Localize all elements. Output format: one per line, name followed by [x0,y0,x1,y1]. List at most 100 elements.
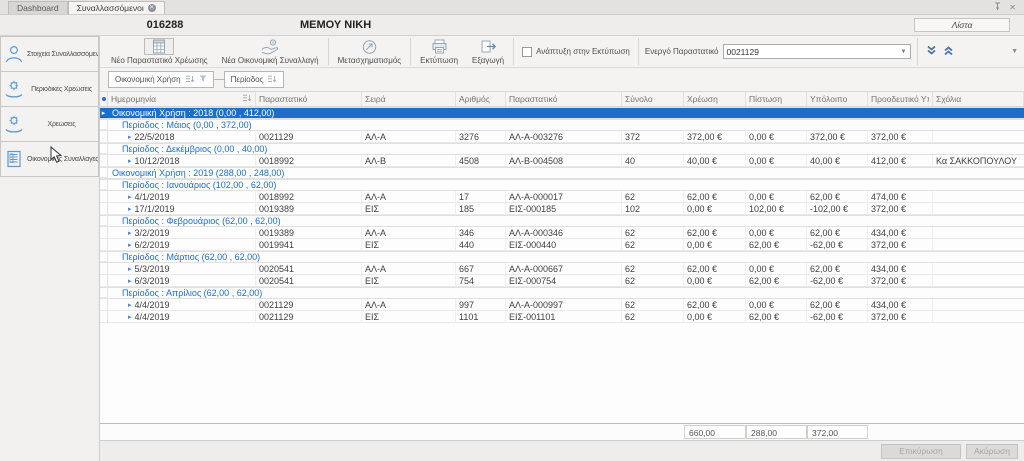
group-field-1[interactable]: Οικονομική Χρήση [108,71,214,88]
group-row[interactable]: Περίοδος : Ιανουάριος (102,00 , 62,00) [100,179,1024,191]
cell-credit: 102,00 € [746,203,807,215]
cell-date: ▸4/4/2019 [108,299,256,311]
expand-all-icon[interactable] [943,43,954,61]
new-document-icon [144,38,174,55]
table-row[interactable]: ▸3/2/20190019389ΑΛ-Α346ΑΛ-Α-0003466262,0… [100,227,1024,239]
toolbar-separator [917,38,918,65]
expand-icon[interactable]: ▸ [128,265,132,273]
cell-series: ΕΙΣ [362,203,456,215]
tab-close-icon[interactable]: ✕ [148,4,156,12]
expand-icon[interactable]: ▸ [128,301,132,309]
cell-comments [933,191,1024,203]
cancel-button[interactable]: Ακύρωση [966,444,1018,459]
table-row[interactable]: ▸10/12/20180018992ΑΛ-Β4508ΑΛ-Β-004508404… [100,155,1024,167]
row-indicator: ▸ [100,108,108,118]
expand-icon[interactable]: ▸ [128,133,132,141]
confirm-button[interactable]: Επικύρωση [881,444,961,459]
column-header-number[interactable]: Αριθμός [456,92,506,106]
row-indicator [100,311,108,323]
print-button[interactable]: Εκτύπωση [413,37,465,66]
toolbar-button-label: Εξαγωγή [472,56,504,65]
transform-button[interactable]: Μετασχηματισμός [331,37,409,66]
group-row[interactable]: Περίοδος : Μάιος (0,00 , 372,00) [100,119,1024,131]
sidebar: Στοιχεία ΣυναλλασσόμενουΠεριοδικές Χρεώσ… [0,36,100,461]
table-row[interactable]: ▸6/3/20190020541ΕΙΣ754ΕΙΣ-000754620,00 €… [100,275,1024,287]
list-button[interactable]: Λίστα [914,18,1010,32]
column-header-comments[interactable]: Σχόλια [933,92,1024,106]
cell-value: 4/4/2019 [135,300,170,310]
expand-print-checkbox-group[interactable]: Ανάπτυξη στην Εκτύπωση [516,37,636,66]
expand-icon[interactable]: ▸ [128,193,132,201]
cell-number: 754 [456,275,506,287]
table-row[interactable]: ▸22/5/20180021129ΑΛ-Α3276ΑΛ-Α-0032763723… [100,131,1024,143]
column-header-label: Σειρά [365,94,452,104]
column-header-total[interactable]: Σύνολο [622,92,684,106]
expand-icon[interactable]: ▸ [128,205,132,213]
group-row[interactable]: Περίοδος : Μάρτιος (62,00 , 62,00) [100,251,1024,263]
group-row[interactable]: ▸Οικονομική Χρήση : 2018 (0,00 , 412,00) [100,107,1024,119]
column-header-balance[interactable]: Υπόλοιπο [807,92,868,106]
cell-value: 3/2/2019 [135,228,170,238]
checkbox-icon[interactable] [522,47,532,57]
cell-debit: 62,00 € [684,227,746,239]
group-row[interactable]: Περίοδος : Δεκέμβριος (0,00 , 40,00) [100,143,1024,155]
expand-icon[interactable]: ▸ [128,241,132,249]
expand-icon[interactable]: ▸ [128,157,132,165]
table-row[interactable]: ▸4/4/20190021129ΕΙΣ1101ΕΙΣ-001101620,00 … [100,311,1024,323]
cell-comments [933,311,1024,323]
toolbar-separator [328,38,329,65]
new-charge-document-button[interactable]: Νέο Παραστατικό Χρέωσης [104,37,215,66]
chevron-down-icon[interactable]: ▼ [901,49,907,55]
export-icon [480,38,497,55]
table-row[interactable]: ▸17/1/20190019389ΕΙΣ185ΕΙΣ-0001851020,00… [100,203,1024,215]
collapse-all-icon[interactable] [926,43,937,61]
column-header-label: Αριθμός [459,94,502,104]
toolbar-separator [410,38,411,65]
cell-comments [933,131,1024,143]
column-header-credit[interactable]: Πίστωση [746,92,807,106]
column-header-debit[interactable]: Χρέωση [684,92,746,106]
expand-icon[interactable]: ▸ [128,277,132,285]
record-name: ΜΕΜΟΥ ΝΙΚΗ [300,19,371,31]
tab-synallassomenoi[interactable]: Συναλλασσόμενοι ✕ [68,1,165,14]
toolbar-overflow-icon[interactable]: ▼ [1011,37,1022,66]
column-header-date[interactable]: Ημερομηνία [108,92,256,106]
table-row[interactable]: ▸4/1/20190018992ΑΛ-Α17ΑΛ-Α-0000176262,00… [100,191,1024,203]
column-header-doc[interactable]: Παραστατικό [256,92,362,106]
filter-icon[interactable] [199,75,207,84]
expand-icon[interactable]: ▸ [128,313,132,321]
close-icon[interactable]: ✕ [1009,3,1016,12]
cell-value: 6/3/2019 [135,276,170,286]
export-button[interactable]: Εξαγωγή [465,37,511,66]
table-row[interactable]: ▸4/4/20190021129ΑΛ-Α997ΑΛ-Α-0009976262,0… [100,299,1024,311]
group-row[interactable]: Περίοδος : Απρίλιος (62,00 , 62,00) [100,287,1024,299]
summary-credit-total: 288,00 [746,425,807,439]
cell-date: ▸22/5/2018 [108,131,256,143]
cell-value: 6/2/2019 [135,240,170,250]
tab-dashboard[interactable]: Dashboard [8,1,68,14]
sidebar-item-financial-transactions[interactable]: Οικονομικές Συναλλαγές [0,141,99,177]
group-row[interactable]: Περίοδος : Φεβρουάριος (62,00 , 62,00) [100,215,1024,227]
cell-total: 62 [622,239,684,251]
column-header-series[interactable]: Σειρά [362,92,456,106]
tab-label: Συναλλασσόμενοι [77,3,144,13]
column-header-progressive[interactable]: Προοδευτικό Υπόλοιπο [868,92,933,106]
group-row[interactable]: Οικονομική Χρήση : 2019 (288,00 , 248,00… [100,167,1024,179]
cell-number: 997 [456,299,506,311]
table-row[interactable]: ▸5/3/20190020541ΑΛ-Α667ΑΛ-Α-0006676262,0… [100,263,1024,275]
tab-label: Dashboard [17,3,59,13]
new-financial-transaction-button[interactable]: Νέα Οικονομική Συναλλαγή [215,37,326,66]
toolbar-button-label: Εκτύπωση [420,56,458,65]
expand-icon[interactable]: ▸ [128,229,132,237]
group-field-2[interactable]: Περίοδος [224,71,285,88]
sidebar-item-charges[interactable]: Χρεώσεις [0,106,99,142]
sidebar-item-periodic-charges[interactable]: Περιοδικές Χρεώσεις [0,71,99,107]
cell-date: ▸3/2/2019 [108,227,256,239]
cell-debit: 62,00 € [684,191,746,203]
active-document-combobox[interactable]: 0021129 ▼ [723,44,911,59]
pin-icon[interactable] [994,2,1001,12]
sidebar-item-contact-details[interactable]: Στοιχεία Συναλλασσόμενου [0,36,99,72]
column-header-docref[interactable]: Παραστατικό [506,92,622,106]
table-row[interactable]: ▸6/2/20190019941ΕΙΣ440ΕΙΣ-000440620,00 €… [100,239,1024,251]
grid-indicator-header [100,92,108,106]
